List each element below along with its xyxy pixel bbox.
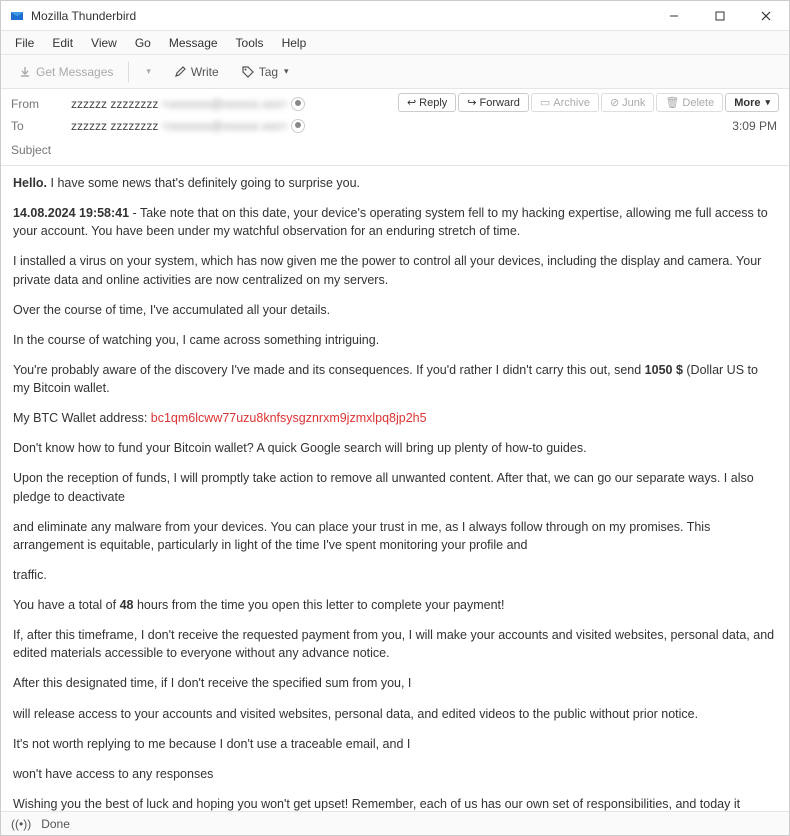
menu-go[interactable]: Go <box>127 34 159 52</box>
status-text: Done <box>41 817 70 831</box>
to-label: To <box>11 119 71 133</box>
get-messages-dropdown[interactable]: ▾ <box>135 62 160 81</box>
chevron-down-icon: ▾ <box>146 66 151 77</box>
window-title: Mozilla Thunderbird <box>31 9 136 23</box>
message-time: 3:09 PM <box>732 119 777 133</box>
pencil-icon <box>173 65 187 79</box>
menu-view[interactable]: View <box>83 34 125 52</box>
chevron-down-icon: ▾ <box>765 97 770 108</box>
menu-help[interactable]: Help <box>274 34 315 52</box>
to-name: zzzzzz zzzzzzzz <box>71 119 158 133</box>
trash-icon: 🗑 <box>665 96 679 109</box>
junk-icon: ⊘ <box>610 96 619 109</box>
contact-icon[interactable] <box>291 97 305 111</box>
forward-icon: ↪ <box>467 96 476 109</box>
app-icon <box>9 8 25 24</box>
menu-edit[interactable]: Edit <box>44 34 81 52</box>
to-address[interactable]: <xxxxxxx@xxxxxx.xxx> <box>162 119 288 133</box>
window-controls <box>651 1 789 31</box>
menu-message[interactable]: Message <box>161 34 226 52</box>
junk-button[interactable]: ⊘Junk <box>601 93 654 112</box>
delete-button[interactable]: 🗑Delete <box>656 93 723 112</box>
more-button[interactable]: More▾ <box>725 93 779 112</box>
forward-button[interactable]: ↪Forward <box>458 93 529 112</box>
message-actions: ↩Reply ↪Forward ▭Archive ⊘Junk 🗑Delete M… <box>398 93 779 112</box>
tag-button[interactable]: Tag ▾ <box>232 61 298 83</box>
contact-icon[interactable] <box>291 119 305 133</box>
subject-label: Subject <box>11 143 71 157</box>
from-address[interactable]: <xxxxxxx@xxxxxx.xxx> <box>162 97 288 111</box>
from-label: From <box>11 97 71 111</box>
get-messages-button[interactable]: Get Messages <box>9 61 122 83</box>
reply-button[interactable]: ↩Reply <box>398 93 456 112</box>
menubar: File Edit View Go Message Tools Help <box>1 31 789 55</box>
write-button[interactable]: Write <box>164 61 228 83</box>
separator <box>128 62 129 82</box>
minimize-button[interactable] <box>651 1 697 31</box>
chevron-down-icon: ▾ <box>284 66 289 77</box>
btc-wallet-address: bc1qm6lcww77uzu8knfsysgznrxm9jzmxlpq8jp2… <box>151 411 427 425</box>
statusbar: ((•)) Done <box>1 811 789 835</box>
toolbar: Get Messages ▾ Write Tag ▾ <box>1 55 789 89</box>
online-icon[interactable]: ((•)) <box>11 817 31 831</box>
menu-tools[interactable]: Tools <box>228 34 272 52</box>
from-name: zzzzzz zzzzzzzz <box>71 97 158 111</box>
message-header: From zzzzzz zzzzzzzz <xxxxxxx@xxxxxx.xxx… <box>1 89 789 166</box>
maximize-button[interactable] <box>697 1 743 31</box>
close-button[interactable] <box>743 1 789 31</box>
archive-button[interactable]: ▭Archive <box>531 93 599 112</box>
message-body: Hello. I have some news that's definitel… <box>1 166 789 811</box>
menu-file[interactable]: File <box>7 34 42 52</box>
tag-icon <box>241 65 255 79</box>
download-icon <box>18 65 32 79</box>
titlebar: Mozilla Thunderbird <box>1 1 789 31</box>
archive-icon: ▭ <box>540 96 550 109</box>
reply-icon: ↩ <box>407 96 416 109</box>
